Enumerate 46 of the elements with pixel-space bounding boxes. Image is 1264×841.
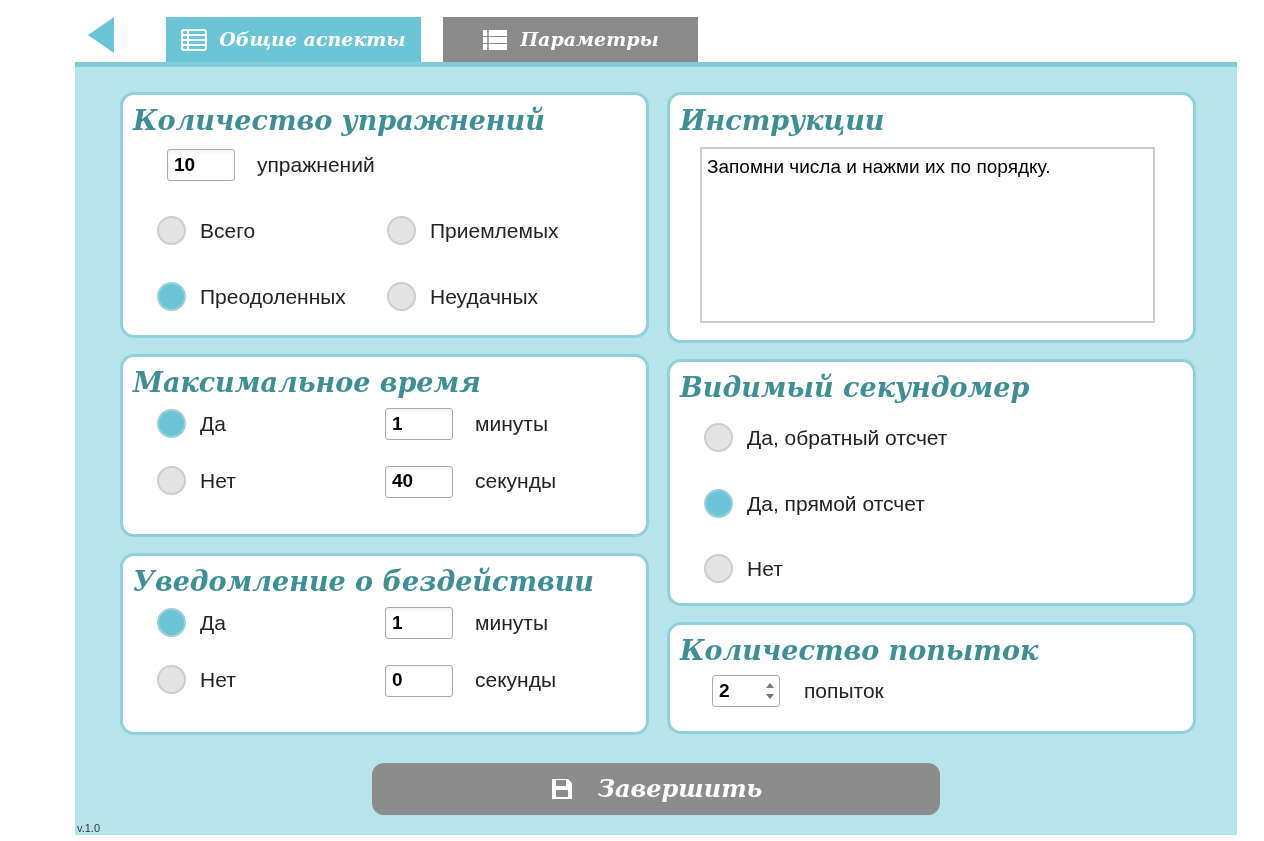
option-label: Да, обратный отсчет	[747, 425, 948, 451]
option-label: Неудачных	[430, 283, 538, 310]
card-title: Уведомление о бездействии	[133, 565, 595, 599]
number-spinner[interactable]: 2	[712, 675, 780, 707]
option-label: Нет	[200, 667, 236, 694]
number-field[interactable]: 10	[167, 149, 235, 181]
instructions-field[interactable]: Запомни числа и нажми их по порядку.	[700, 147, 1155, 323]
radio-button[interactable]	[157, 665, 186, 695]
card-title: Максимальное время	[133, 366, 482, 400]
radio-button[interactable]	[704, 554, 733, 584]
radio-button[interactable]	[387, 216, 416, 246]
option-label: Нет	[747, 556, 783, 582]
version-label: v.1.0	[77, 820, 101, 836]
radio-button[interactable]	[704, 488, 733, 518]
radio-button[interactable]	[157, 216, 186, 246]
card-title: Инструкции	[680, 104, 886, 138]
option-label: Преодоленных	[200, 283, 346, 310]
card-title: Количество попыток	[680, 634, 1040, 668]
card-title: Количество упражнений	[133, 104, 546, 138]
number-field[interactable]: 40	[385, 465, 453, 498]
option-label: Да	[200, 609, 226, 636]
radio-button[interactable]	[157, 466, 186, 496]
radio-button[interactable]	[157, 281, 186, 311]
unit-label: упражнений	[257, 152, 375, 179]
unit-label: секунды	[475, 468, 558, 495]
option-label: Приемлемых	[430, 218, 559, 244]
option-label: Да, прямой отсчет	[747, 490, 925, 517]
save-icon	[549, 777, 574, 801]
unit-label: минуты	[475, 410, 549, 437]
back-arrow-icon[interactable]	[88, 17, 114, 53]
number-field[interactable]: 1	[385, 408, 453, 441]
number-field[interactable]: 1	[385, 607, 453, 640]
number-field[interactable]: 0	[385, 664, 453, 697]
option-label: Нет	[200, 468, 236, 495]
unit-label: секунды	[475, 667, 558, 694]
unit-label: попыток	[804, 678, 884, 705]
radio-button[interactable]	[157, 608, 186, 638]
radio-button[interactable]	[704, 423, 733, 453]
list-icon	[181, 28, 208, 51]
option-label: Всего	[200, 218, 256, 244]
option-label: Да	[200, 410, 226, 437]
radio-button[interactable]	[157, 409, 186, 439]
rows-icon	[482, 28, 509, 51]
unit-label: минуты	[475, 609, 549, 636]
card-title: Видимый секундомер	[680, 371, 1031, 405]
radio-button[interactable]	[387, 281, 416, 311]
